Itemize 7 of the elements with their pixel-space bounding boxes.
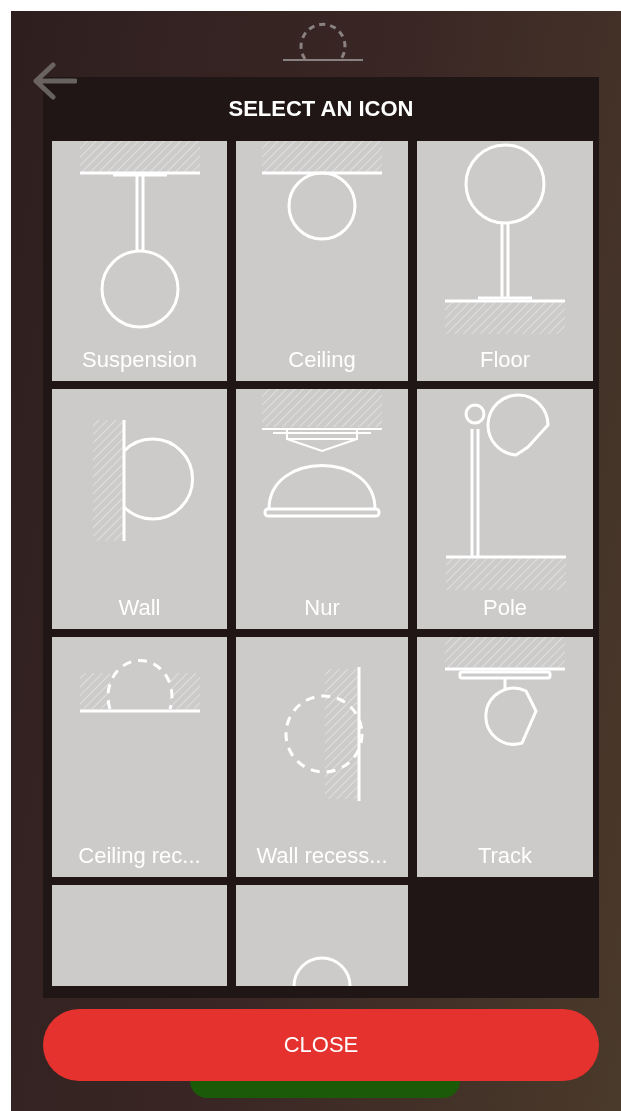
dashed-circle-icon	[283, 22, 363, 61]
icon-tile[interactable]	[52, 885, 227, 986]
back-arrow-icon[interactable]	[31, 61, 77, 101]
close-button[interactable]: CLOSE	[43, 1009, 599, 1081]
icon-tile[interactable]	[236, 885, 408, 986]
circle-drawing	[292, 956, 352, 986]
dialog-title: SELECT AN ICON	[227, 95, 415, 123]
